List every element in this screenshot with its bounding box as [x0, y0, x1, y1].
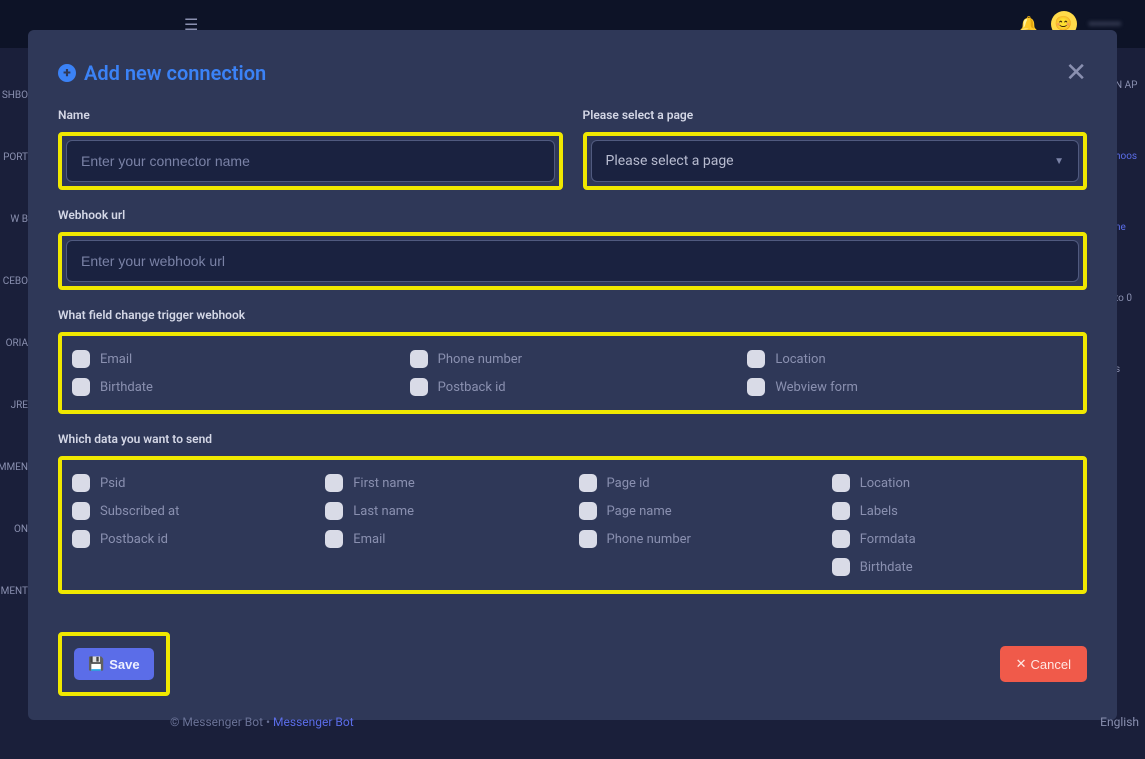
trigger-item: Webview form — [747, 378, 1073, 396]
checkbox[interactable] — [410, 378, 428, 396]
footer-language[interactable]: English — [1100, 715, 1139, 729]
trigger-highlight: Email Phone number Location Birthdate Po… — [58, 332, 1087, 414]
data-item: Phone number — [579, 530, 820, 548]
trigger-item: Phone number — [410, 350, 736, 368]
modal-header: + Add new connection ✕ — [58, 60, 1087, 86]
checkbox[interactable] — [832, 558, 850, 576]
data-highlight: Psid First name Page id Location Subscri… — [58, 456, 1087, 594]
checkbox[interactable] — [410, 350, 428, 368]
caret-down-icon: ▼ — [1054, 156, 1064, 167]
checkbox[interactable] — [325, 474, 343, 492]
save-highlight: 💾 Save — [58, 632, 170, 696]
checkbox[interactable] — [832, 530, 850, 548]
data-item: Psid — [72, 474, 313, 492]
sidebar-item[interactable]: PORT — [0, 126, 30, 188]
checkbox[interactable] — [72, 530, 90, 548]
data-item: Subscribed at — [72, 502, 313, 520]
data-item: Postback id — [72, 530, 313, 548]
checkbox[interactable] — [325, 530, 343, 548]
footer-copyright: © Messenger Bot • Messenger Bot — [170, 715, 354, 729]
trigger-item: Postback id — [410, 378, 736, 396]
modal-footer: 💾 Save ✕ Cancel — [58, 632, 1087, 696]
name-label: Name — [58, 108, 563, 122]
sidebar-item[interactable]: MMENT — [0, 560, 30, 622]
cancel-button-label: Cancel — [1031, 657, 1071, 672]
modal-title-text: Add new connection — [84, 61, 266, 85]
right-edge-content: N AP hoos ne to 0 s — [1115, 80, 1145, 435]
modal-title: + Add new connection — [58, 61, 266, 85]
data-item: Birthdate — [832, 558, 1073, 576]
sidebar-item[interactable]: W B — [0, 188, 30, 250]
checkbox[interactable] — [832, 502, 850, 520]
trigger-item: Email — [72, 350, 398, 368]
close-icon: ✕ — [1016, 656, 1027, 672]
data-item: First name — [325, 474, 566, 492]
checkbox[interactable] — [579, 502, 597, 520]
checkbox[interactable] — [72, 350, 90, 368]
save-button-label: Save — [109, 657, 139, 672]
connector-name-input[interactable] — [66, 140, 555, 182]
username-label: •••••••• — [1089, 17, 1121, 31]
sidebar-partial: SHBO PORT W B CEBO ORIA JRE MMEN ON MMEN… — [0, 64, 30, 759]
checkbox[interactable] — [747, 378, 765, 396]
plus-circle-icon: + — [58, 64, 76, 82]
sidebar-item[interactable]: ORIA — [0, 312, 30, 374]
add-connection-modal: + Add new connection ✕ Name Please selec… — [28, 30, 1117, 720]
checkbox[interactable] — [72, 502, 90, 520]
checkbox[interactable] — [579, 474, 597, 492]
page-label: Please select a page — [583, 108, 1088, 122]
checkbox[interactable] — [747, 350, 765, 368]
data-item: Location — [832, 474, 1073, 492]
sidebar-item[interactable]: CEBO — [0, 250, 30, 312]
checkbox[interactable] — [832, 474, 850, 492]
checkbox[interactable] — [72, 474, 90, 492]
save-icon: 💾 — [88, 656, 104, 672]
sidebar-item[interactable]: SHBO — [0, 64, 30, 126]
data-item: Labels — [832, 502, 1073, 520]
sidebar-item[interactable]: JRE — [0, 374, 30, 436]
webhook-label: Webhook url — [58, 208, 1087, 222]
close-icon[interactable]: ✕ — [1065, 60, 1087, 86]
page-highlight: Please select a page ▼ — [583, 132, 1088, 190]
data-item: Page id — [579, 474, 820, 492]
trigger-item: Birthdate — [72, 378, 398, 396]
trigger-item: Location — [747, 350, 1073, 368]
sidebar-item[interactable]: ON — [0, 498, 30, 560]
data-item: Page name — [579, 502, 820, 520]
cancel-button[interactable]: ✕ Cancel — [1000, 646, 1087, 682]
checkbox[interactable] — [325, 502, 343, 520]
checkbox[interactable] — [72, 378, 90, 396]
data-section-label: Which data you want to send — [58, 432, 1087, 446]
name-highlight — [58, 132, 563, 190]
webhook-highlight — [58, 232, 1087, 290]
trigger-section-label: What field change trigger webhook — [58, 308, 1087, 322]
webhook-url-input[interactable] — [66, 240, 1079, 282]
data-item: Last name — [325, 502, 566, 520]
data-item: Email — [325, 530, 566, 548]
footer-link[interactable]: Messenger Bot — [273, 715, 354, 729]
page-select[interactable]: Please select a page ▼ — [591, 140, 1080, 182]
data-item: Formdata — [832, 530, 1073, 548]
page-select-text: Please select a page — [606, 153, 734, 169]
save-button[interactable]: 💾 Save — [74, 648, 154, 680]
checkbox[interactable] — [579, 530, 597, 548]
sidebar-item[interactable]: MMEN — [0, 436, 30, 498]
